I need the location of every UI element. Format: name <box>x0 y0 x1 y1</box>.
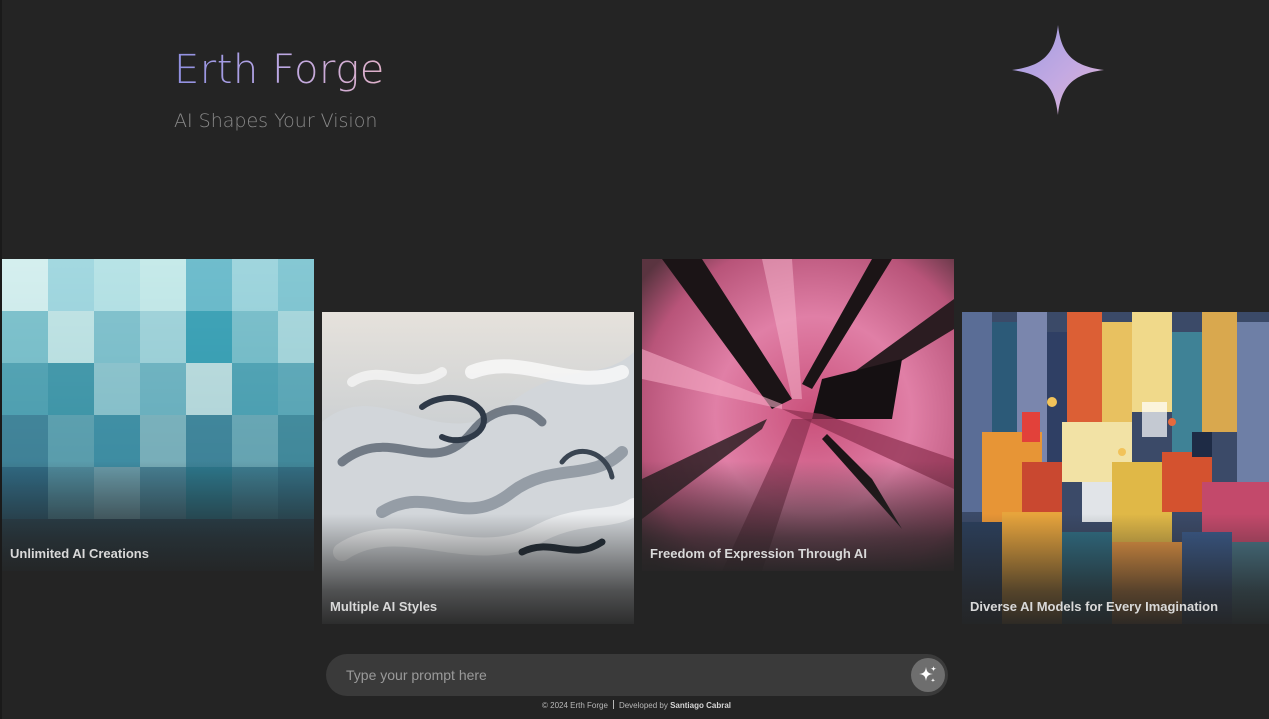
generate-button[interactable] <box>911 658 945 692</box>
page: Erth Forge AI Shapes Your Vision Unlimit… <box>0 0 1269 719</box>
footer: © 2024 Erth Forge Developed by Santiago C… <box>2 700 1269 711</box>
gallery-card-multiple-styles[interactable]: Multiple AI Styles <box>322 312 634 624</box>
footer-developed-by: Developed by <box>618 701 668 710</box>
brand-title: Erth Forge <box>174 44 385 96</box>
card-caption: Diverse AI Models for Every Imagination <box>970 599 1219 614</box>
footer-divider <box>612 700 614 709</box>
sparkle-icon <box>1012 25 1104 115</box>
developer-name-link[interactable]: Santiago Cabral <box>670 701 731 710</box>
prompt-bar <box>326 654 948 696</box>
gallery-card-unlimited-creations[interactable]: Unlimited AI Creations <box>2 259 314 571</box>
card-caption: Multiple AI Styles <box>330 599 438 614</box>
gallery-card-diverse-models[interactable]: Diverse AI Models for Every Imagination <box>962 312 1269 624</box>
gallery-card-freedom-of-expression[interactable]: Freedom of Expression Through AI <box>642 259 954 571</box>
card-caption: Unlimited AI Creations <box>10 546 149 561</box>
card-caption: Freedom of Expression Through AI <box>650 546 867 561</box>
brand-subtitle: AI Shapes Your Vision <box>174 110 378 132</box>
footer-copyright: © 2024 Erth Forge <box>542 701 608 710</box>
sparkles-icon <box>919 666 937 683</box>
prompt-input[interactable] <box>346 654 906 696</box>
